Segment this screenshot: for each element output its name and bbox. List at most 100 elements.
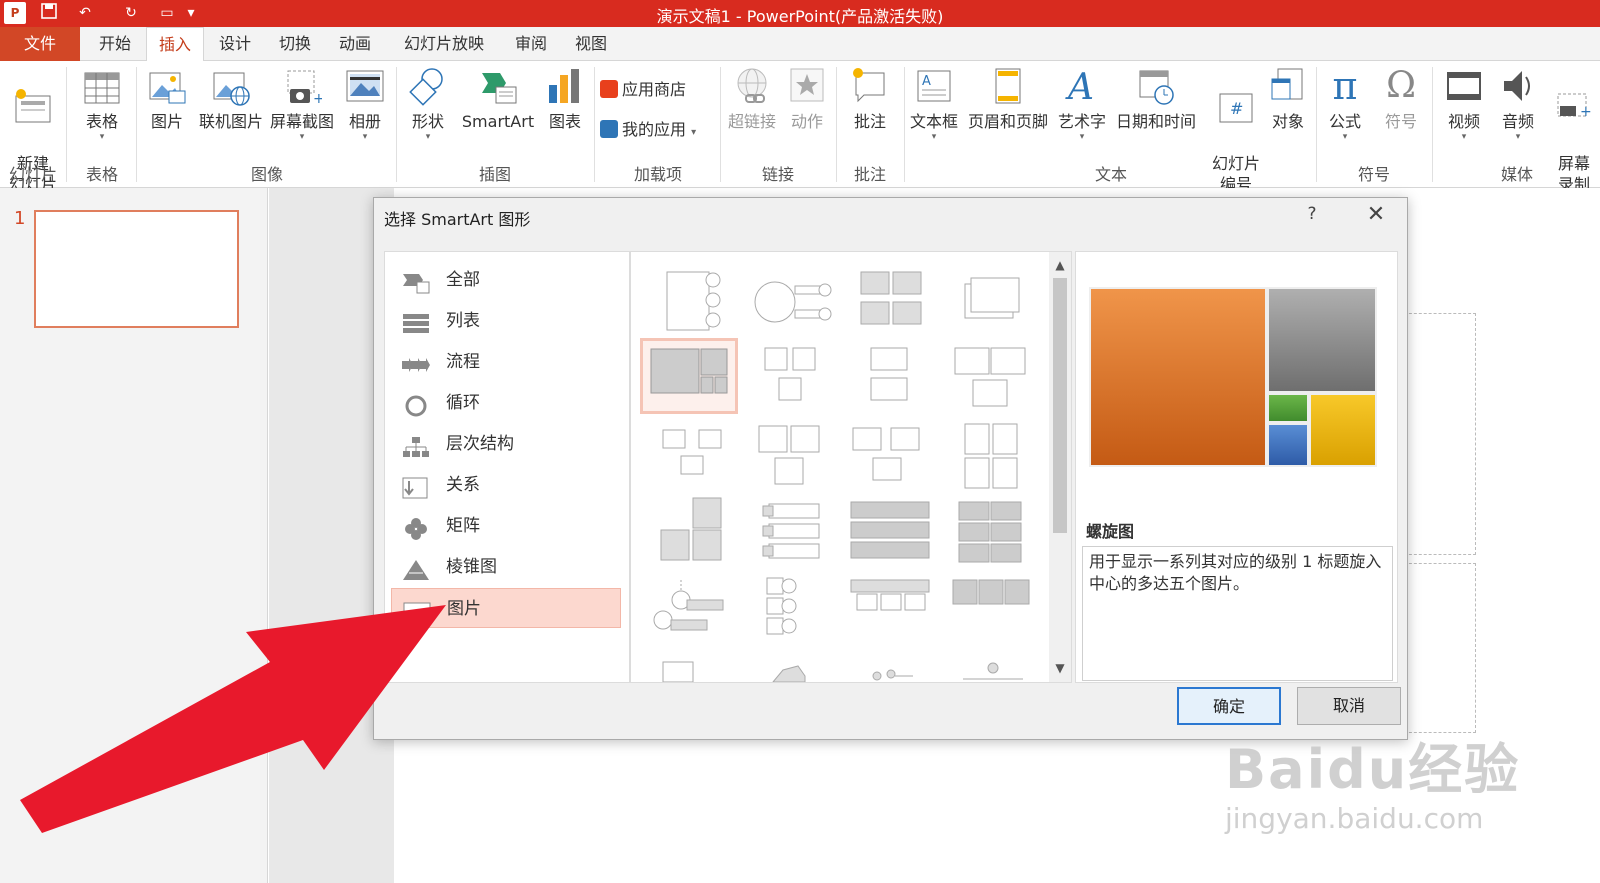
layout-thumbnail[interactable] (843, 340, 941, 416)
category-process[interactable]: 流程 (391, 342, 621, 382)
tab-home[interactable]: 开始 (86, 27, 144, 61)
category-list[interactable]: 列表 (391, 301, 621, 341)
layout-thumbnail[interactable] (843, 574, 941, 650)
layout-thumbnail[interactable] (643, 496, 741, 572)
group-label-images: 图像 (250, 165, 283, 184)
preview-description: 用于显示一系列其对应的级别 1 标题旋入中心的多达五个图片。 (1082, 546, 1393, 681)
chart-icon (545, 65, 585, 107)
ok-button[interactable]: 确定 (1177, 687, 1281, 725)
tab-file[interactable]: 文件 (0, 27, 80, 61)
tab-insert[interactable]: 插入 (146, 27, 204, 62)
help-button[interactable]: ? (1299, 204, 1325, 228)
equation-button[interactable]: π 公式 ▾ (1320, 65, 1370, 142)
shapes-button[interactable]: 形状 ▾ (402, 65, 454, 142)
layout-thumbnail[interactable] (643, 418, 741, 494)
online-picture-icon (211, 65, 251, 107)
svg-text:+: + (1580, 104, 1592, 120)
placeholder-box[interactable] (1404, 563, 1476, 733)
window-title: 演示文稿1 - PowerPoint(产品激活失败) (656, 7, 944, 26)
gallery-scrollbar[interactable]: ▲ ▼ (1049, 252, 1071, 682)
album-icon (345, 65, 385, 107)
hyperlink-button[interactable]: 超链接 (722, 65, 782, 132)
all-icon (401, 269, 431, 294)
scroll-down-icon[interactable]: ▼ (1049, 657, 1071, 679)
screenshot-button[interactable]: + 屏幕截图 ▾ (266, 65, 338, 142)
slide-number-icon: # (1216, 86, 1256, 128)
layout-thumbnail[interactable] (743, 574, 841, 650)
video-button[interactable]: 视频 ▾ (1438, 65, 1490, 142)
cancel-button[interactable]: 取消 (1297, 687, 1401, 725)
ribbon-insert: 新建 幻灯片 幻灯片 表格 ▾ 表格 图片 联机图片 + 屏幕截图 ▾ 相册 ▾ 图像… (0, 61, 1600, 194)
picture-button[interactable]: 图片 (142, 65, 192, 132)
list-icon (401, 310, 431, 333)
calendar-icon (1136, 65, 1176, 107)
textbox-button[interactable]: A 文本框 ▾ (906, 65, 962, 142)
wordart-button[interactable]: A 艺术字 ▾ (1054, 65, 1110, 142)
symbol-button[interactable]: Ω 符号 (1376, 65, 1426, 132)
close-button[interactable]: ✕ (1362, 202, 1390, 230)
category-picture[interactable]: 图片 (391, 588, 621, 628)
placeholder-box[interactable] (1404, 313, 1476, 555)
header-footer-icon (988, 65, 1028, 107)
store-button[interactable]: 应用商店 (600, 79, 710, 100)
slide-thumbnail[interactable] (34, 210, 239, 328)
svg-text:A: A (922, 74, 931, 89)
layout-thumbnail[interactable] (743, 496, 841, 572)
layout-thumbnail[interactable] (743, 264, 841, 340)
layout-thumbnail[interactable] (743, 418, 841, 494)
layout-thumbnail[interactable] (943, 418, 1041, 494)
category-cycle[interactable]: 循环 (391, 383, 621, 423)
category-pyramid[interactable]: 棱锥图 (391, 547, 621, 587)
layout-thumbnail[interactable] (943, 574, 1041, 650)
layout-thumbnail[interactable] (843, 418, 941, 494)
online-picture-button[interactable]: 联机图片 (196, 65, 266, 132)
object-button[interactable]: 对象 (1262, 65, 1314, 132)
picture-icon (147, 65, 187, 107)
ribbon-tabs: 文件 开始 插入 设计 切换 动画 幻灯片放映 审阅 视图 (0, 27, 1600, 62)
layout-thumbnail[interactable] (643, 652, 741, 682)
chart-button[interactable]: 图表 (540, 65, 590, 132)
layout-thumbnail[interactable] (943, 264, 1041, 340)
layout-thumbnail[interactable] (743, 340, 841, 416)
process-icon (401, 351, 431, 373)
smartart-button[interactable]: SmartArt (458, 65, 538, 132)
category-hierarchy[interactable]: 层次结构 (391, 424, 621, 464)
store-icon (600, 80, 618, 98)
datetime-button[interactable]: 日期和时间 (1110, 65, 1202, 132)
scroll-up-icon[interactable]: ▲ (1049, 254, 1071, 276)
layout-thumbnail[interactable] (643, 264, 741, 340)
action-button[interactable]: 动作 (782, 65, 832, 132)
layout-thumbnail[interactable] (943, 652, 1041, 682)
preview-layout-name: 螺旋图 (1086, 522, 1135, 541)
layout-gallery: ▲ ▼ (630, 251, 1072, 683)
comment-button[interactable]: 批注 (842, 65, 898, 132)
tab-review[interactable]: 审阅 (502, 27, 560, 61)
layout-thumbnail[interactable] (843, 264, 941, 340)
audio-button[interactable]: 音频 ▾ (1492, 65, 1544, 142)
table-button[interactable]: 表格 ▾ (74, 65, 130, 142)
category-relationship[interactable]: 关系 (391, 465, 621, 505)
group-label-symbols: 符号 (1357, 165, 1390, 184)
wordart-icon: A (1062, 65, 1102, 108)
layout-thumbnail[interactable] (743, 652, 841, 682)
scrollbar-thumb[interactable] (1053, 278, 1067, 533)
tab-view[interactable]: 视图 (562, 27, 620, 61)
layout-thumbnail[interactable] (643, 574, 741, 650)
album-button[interactable]: 相册 ▾ (340, 65, 390, 142)
category-matrix[interactable]: 矩阵 (391, 506, 621, 546)
comment-icon (850, 65, 890, 107)
category-all[interactable]: 全部 (391, 260, 621, 300)
tab-transitions[interactable]: 切换 (266, 27, 324, 61)
layout-thumbnail-spiral-selected[interactable] (640, 338, 738, 414)
header-footer-button[interactable]: 页眉和页脚 (962, 65, 1054, 132)
layout-thumbnail[interactable] (843, 496, 941, 572)
my-apps-button[interactable]: 我的应用 ▾ (600, 119, 716, 143)
layout-thumbnail[interactable] (843, 652, 941, 682)
layout-thumbnail[interactable] (943, 496, 1041, 572)
group-label-addins: 加载项 (633, 165, 682, 184)
tab-slideshow[interactable]: 幻灯片放映 (396, 27, 492, 61)
tab-design[interactable]: 设计 (206, 27, 264, 61)
layout-thumbnail[interactable] (943, 340, 1041, 416)
film-icon (1444, 65, 1484, 107)
tab-animations[interactable]: 动画 (326, 27, 384, 61)
